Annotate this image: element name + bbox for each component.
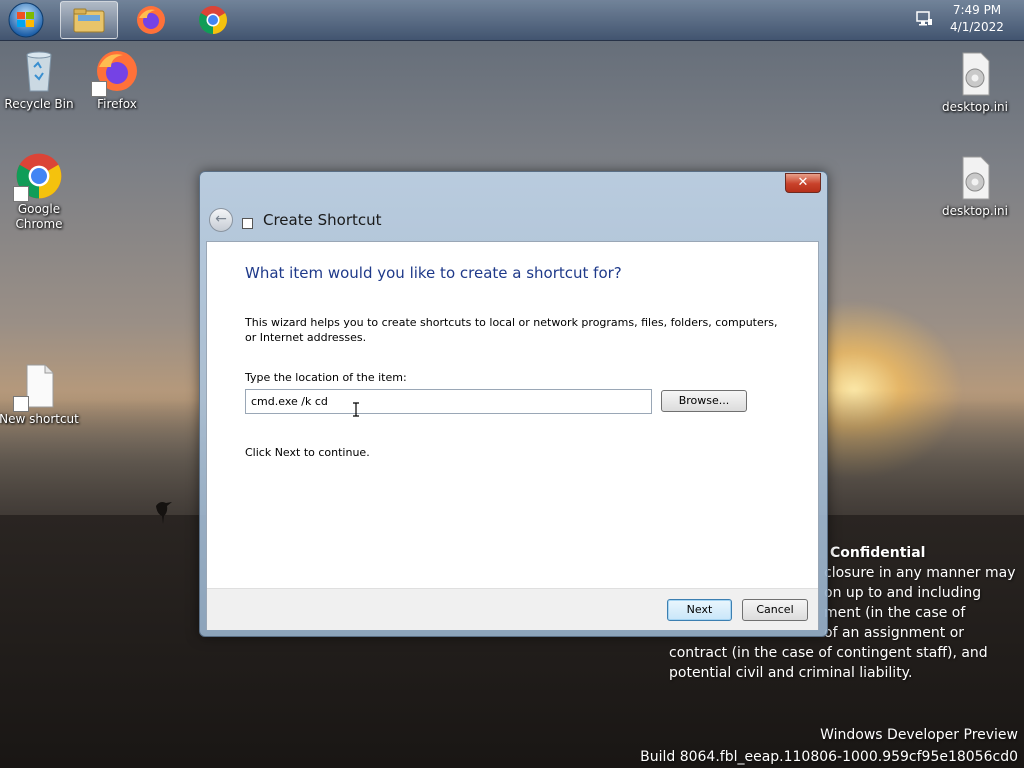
desktop-icon-label: desktop.ini <box>942 100 1008 114</box>
build-watermark: Windows Developer Preview Build 8064.fbl… <box>640 724 1018 768</box>
shortcut-arrow-icon <box>13 186 29 202</box>
folder-icon <box>73 8 105 33</box>
network-icon[interactable] <box>914 9 934 29</box>
location-label: Type the location of the item: <box>245 371 407 384</box>
windows-orb-icon <box>8 2 44 38</box>
clock-time: 7:49 PM <box>952 3 1002 17</box>
taskbar: 7:49 PM 4/1/2022 <box>0 0 1024 41</box>
dialog-title: Create Shortcut <box>263 211 382 229</box>
recycle-bin-icon <box>26 51 52 92</box>
desktop-icon-firefox[interactable]: Firefox <box>77 47 157 112</box>
build-number: Build 8064.fbl_eeap.110806-1000.959cf95e… <box>640 749 1018 765</box>
settings-file-icon <box>962 156 990 200</box>
desktop-icon-desktop-ini-2[interactable]: desktop.ini <box>935 154 1015 219</box>
location-input[interactable] <box>245 389 652 414</box>
close-button[interactable]: ✕ <box>785 173 821 193</box>
settings-file-icon <box>962 52 990 96</box>
create-shortcut-dialog: ✕ ← Create Shortcut What item would you … <box>199 171 828 637</box>
shortcut-title-icon <box>242 218 253 229</box>
desktop-icon-label: Firefox <box>97 97 137 111</box>
watermark-line: contract (in the case of contingent staf… <box>669 645 988 661</box>
cancel-button[interactable]: Cancel <box>742 599 808 621</box>
desktop-icon-new-shortcut[interactable]: New shortcut <box>0 362 79 427</box>
desktop-icon-desktop-ini[interactable]: desktop.ini <box>935 50 1015 115</box>
dialog-content: What item would you like to create a sho… <box>206 241 819 630</box>
build-title: Windows Developer Preview <box>820 727 1018 743</box>
start-button[interactable] <box>6 2 46 38</box>
next-button[interactable]: Next <box>667 599 732 621</box>
taskbar-file-explorer[interactable] <box>60 1 118 39</box>
dialog-description: This wizard helps you to create shortcut… <box>245 316 778 344</box>
firefox-icon <box>137 6 165 34</box>
watermark-line: potential civil and criminal liability. <box>669 665 913 681</box>
taskbar-firefox[interactable] <box>122 1 180 39</box>
browse-button[interactable]: Browse... <box>661 390 747 412</box>
chrome-icon <box>199 6 227 34</box>
shortcut-arrow-icon <box>13 396 29 412</box>
shortcut-arrow-icon <box>91 81 107 97</box>
dialog-heading: What item would you like to create a sho… <box>245 264 622 282</box>
taskbar-chrome[interactable] <box>184 1 242 39</box>
continue-text: Click Next to continue. <box>245 446 370 459</box>
back-arrow-icon: ← <box>215 211 227 227</box>
desktop-icon-label: New shortcut <box>0 412 79 426</box>
desktop-icon-label: Google Chrome <box>15 202 63 231</box>
desktop-icon-label: Recycle Bin <box>4 97 74 111</box>
seagull-silhouette <box>156 502 172 524</box>
text-cursor-icon <box>353 402 359 417</box>
desktop-icon-label: desktop.ini <box>942 204 1008 218</box>
dialog-footer: Next Cancel <box>207 588 818 630</box>
desktop-icon-chrome[interactable]: Google Chrome <box>0 152 79 232</box>
clock[interactable]: 7:49 PM 4/1/2022 <box>940 2 1014 36</box>
back-button[interactable]: ← <box>209 208 233 232</box>
clock-date: 4/1/2022 <box>950 20 1004 34</box>
desktop-icon-recycle-bin[interactable]: Recycle Bin <box>0 47 79 112</box>
